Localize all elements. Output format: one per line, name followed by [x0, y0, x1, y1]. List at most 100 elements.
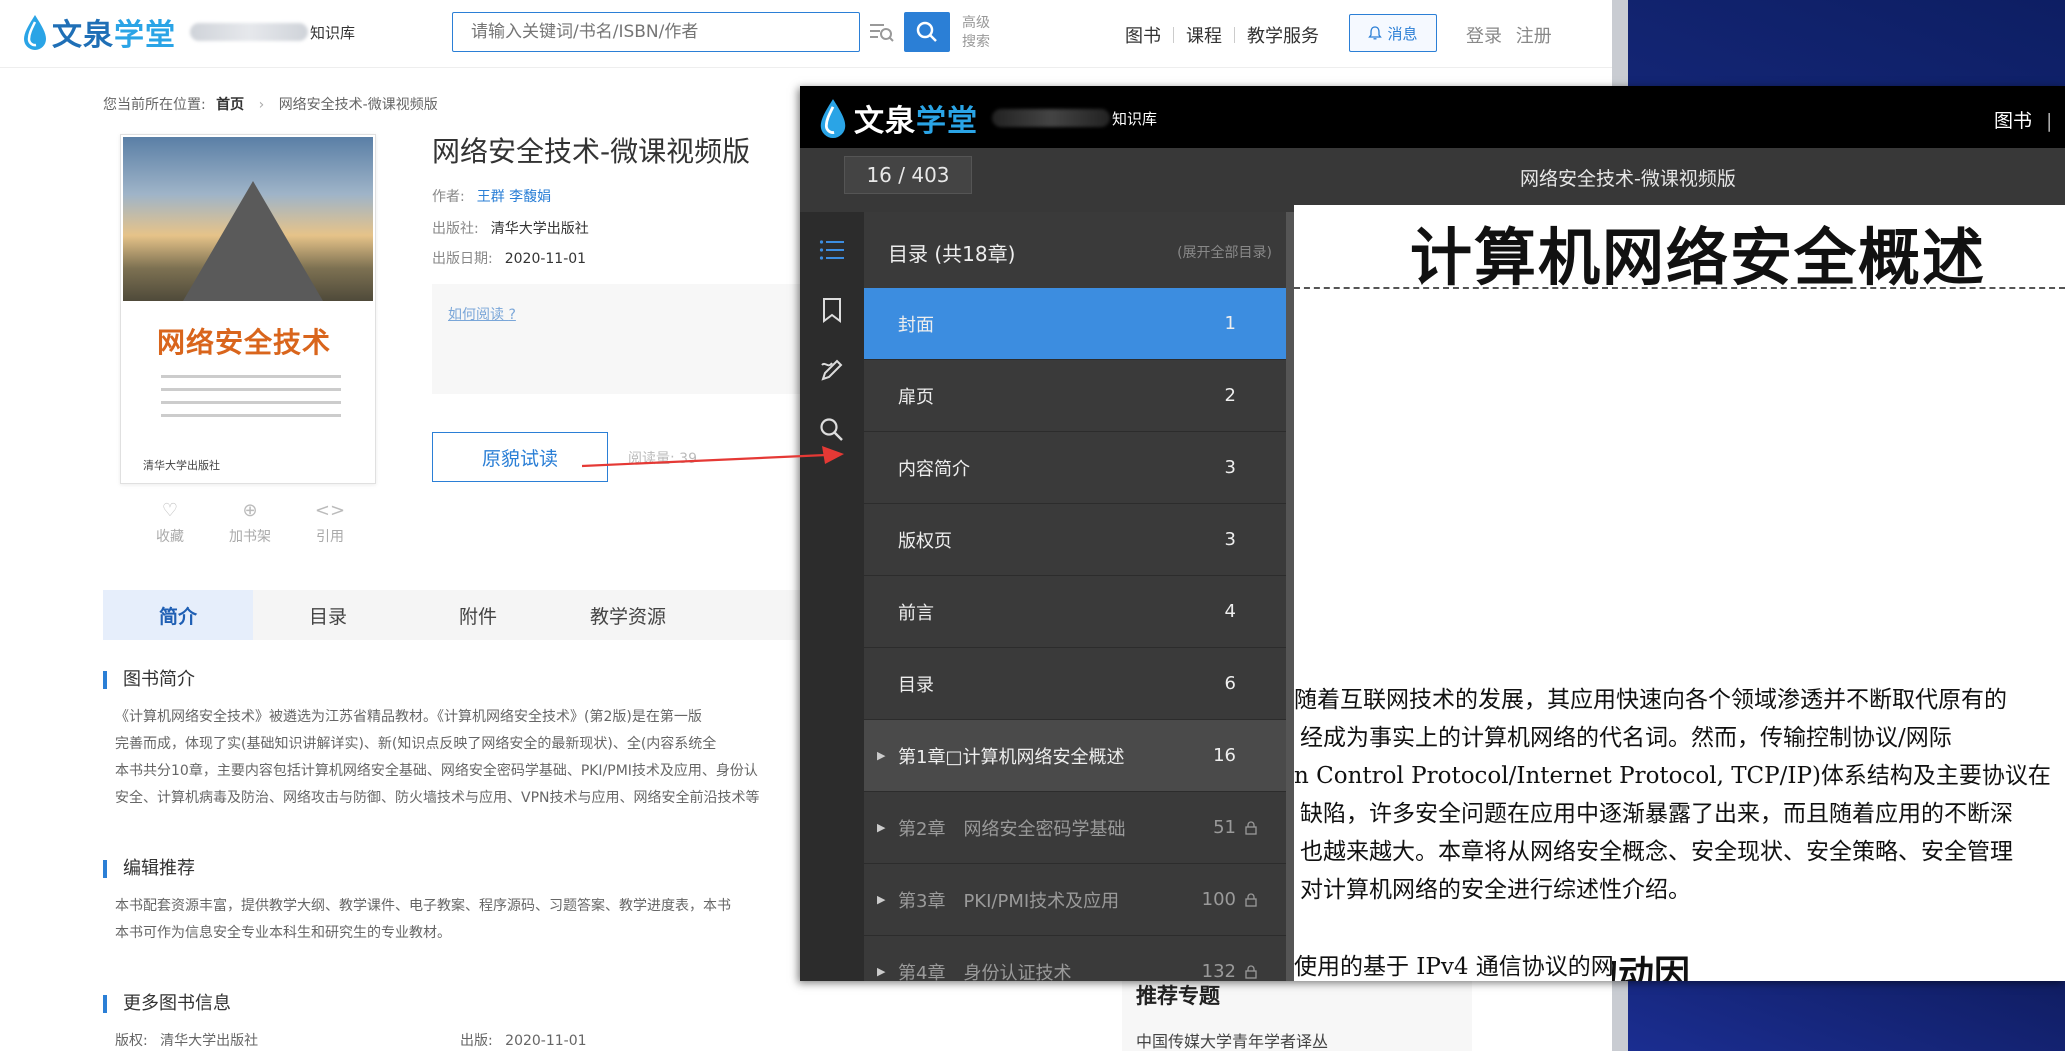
breadcrumb-current: 网络安全技术-微课视频版 [278, 97, 438, 113]
plus-circle-icon: ⊕ [242, 500, 258, 521]
toc-item[interactable]: 扉页 2 [864, 360, 1286, 432]
how-to-read-box: 如何阅读 ? [432, 284, 812, 394]
heart-icon: ♡ [161, 500, 179, 521]
reader-toolbar: 16 / 403 网络安全技术-微课视频版 [800, 148, 2065, 212]
publish-row: 出版: 2020-11-01 [460, 1030, 587, 1050]
book-publisher-row: 出版社: 清华大学出版社 [432, 218, 589, 238]
red-annotation-arrow-icon [582, 446, 844, 468]
bookmark-icon[interactable] [816, 294, 848, 326]
toc-chapter-item[interactable]: ▶ 第1章□计算机网络安全概述 16 [864, 720, 1286, 792]
reader-top-bar: 文泉学堂 知识库 图书 | [800, 86, 2065, 148]
recommended-item[interactable]: 中国传媒大学青年学者译丛 [1136, 1028, 1328, 1051]
more-info-section-title: 更多图书信息 [103, 995, 231, 1013]
toc-item[interactable]: 版权页 3 [864, 504, 1286, 576]
page-text-line: 缺陷，许多安全问题在应用中逐渐暴露了出来，而且随着应用的不断深 [1300, 801, 2013, 827]
toc-chapter-item-locked[interactable]: ▶ 第3章 PKI/PMI技术及应用 100 [864, 864, 1286, 936]
bell-icon [1368, 26, 1383, 40]
tab-toc[interactable]: 目录 [253, 590, 403, 640]
page-text-line: 对计算机网络的安全进行综述性介绍。 [1300, 877, 1691, 903]
page-text-line: 随着互联网技术的发展，其应用快速向各个领域渗透并不断取代原有的 [1294, 687, 2007, 713]
toc-item[interactable]: 前言 4 [864, 576, 1286, 648]
blurred-institution-name [190, 23, 308, 41]
page-chapter-heading: 计算机网络安全概述 [1410, 221, 1987, 294]
blurred-institution-name [992, 109, 1110, 127]
publish-value: 2020-11-01 [505, 1033, 587, 1049]
intro-line: 完善而成，体现了实(基础知识讲解详实)、新(知识点反映了网络安全的最新现状)、全… [115, 736, 717, 752]
login-link[interactable]: 登录 [1466, 26, 1502, 47]
toc-item[interactable]: 目录 6 [864, 648, 1286, 720]
toc-list: 封面 1 扉页 2 内容简介 3 版权页 3 前言 4 目录 6 ▶ 第1章□计算机网络安全概… [864, 288, 1286, 981]
page-indicator[interactable]: 16 / 403 [844, 156, 972, 194]
recommended-topics: 推荐专题 中国传媒大学青年学者译丛 [1122, 970, 1472, 1051]
expand-triangle-icon[interactable]: ▶ [877, 821, 885, 834]
toc-panel: 目录 (共18章) (展开全部目录) 封面 1 扉页 2 内容简介 3 版权页 3 前言… [864, 212, 1286, 981]
toc-scrollbar[interactable] [1286, 212, 1294, 981]
book-date-row: 出版日期: 2020-11-01 [432, 248, 586, 268]
toc-chapter-item-locked[interactable]: ▶ 第2章 网络安全密码学基础 51 [864, 792, 1286, 864]
book-page-view: 计算机网络安全概述 随着互联网技术的发展，其应用快速向各个领域渗透并不断取代原有… [1294, 205, 2065, 981]
date-value: 2020-11-01 [504, 251, 587, 267]
nav-teaching-services[interactable]: 教学服务 [1247, 22, 1319, 48]
how-to-read-link[interactable]: 如何阅读 ? [448, 304, 516, 324]
cite-action[interactable]: <> 引用 [290, 500, 370, 546]
nav-divider [1173, 27, 1174, 43]
toc-expand-all[interactable]: (展开全部目录) [1177, 242, 1272, 262]
nav-courses[interactable]: 课程 [1186, 22, 1222, 48]
tab-teaching-resources[interactable]: 教学资源 [553, 590, 703, 640]
page-bottom-line: 使用的基于 IPv4 通信协议的网络，在设计之初就存在着大量缺陷和安全 [1294, 954, 1612, 980]
chevron-right-icon: › [258, 97, 265, 113]
tab-attachments[interactable]: 附件 [403, 590, 553, 640]
help-icon: ? [508, 307, 516, 323]
editor-line: 本书可作为信息安全专业本科生和研究生的专业教材。 [115, 925, 451, 941]
editor-line: 本书配套资源丰富，提供教学大纲、教学课件、电子教案、程序源码、习题答案、教学进度… [115, 898, 731, 914]
screen: 文泉学堂 知识库 高级 搜索 [0, 0, 2065, 1051]
search-box [452, 12, 860, 52]
add-shelf-label: 加书架 [229, 529, 271, 545]
advanced-search-link[interactable]: 高级 搜索 [962, 14, 990, 52]
toc-chapter-item-locked[interactable]: ▶ 第4章 身份认证技术 132 [864, 936, 1286, 981]
reader-window: 文泉学堂 知识库 图书 | 16 / 403 网络安全技术-微课视频版 目录 (… [800, 86, 2065, 981]
toc-item[interactable]: 内容简介 3 [864, 432, 1286, 504]
cite-label: 引用 [316, 529, 344, 545]
main-nav: 图书 课程 教学服务 [1125, 22, 1319, 48]
copyright-label: 版权: [115, 1033, 148, 1049]
top-bar: 文泉学堂 知识库 高级 搜索 [0, 0, 1612, 68]
reader-sidebar [800, 212, 864, 981]
detail-tabs: 简介 目录 附件 教学资源 [103, 590, 803, 640]
library-suffix: 知识库 [1112, 109, 1158, 128]
logo-text: 文泉学堂 [52, 18, 176, 53]
tab-intro[interactable]: 简介 [103, 590, 253, 640]
toc-list-icon[interactable] [816, 234, 848, 266]
expand-triangle-icon[interactable]: ▶ [877, 893, 885, 906]
favorite-label: 收藏 [156, 529, 184, 545]
list-search-icon[interactable] [868, 20, 894, 44]
copyright-row: 版权: 清华大学出版社 [115, 1030, 258, 1050]
reader-book-title: 网络安全技术-微课视频版 [1520, 168, 1736, 190]
messages-button[interactable]: 消息 [1349, 14, 1437, 52]
author-link[interactable]: 王群 李馥娟 [477, 189, 551, 205]
toc-item[interactable]: 封面 1 [864, 288, 1286, 360]
recommended-title: 推荐专题 [1136, 984, 1220, 1008]
water-drop-logo-icon [820, 99, 846, 138]
favorite-action[interactable]: ♡ 收藏 [130, 500, 210, 546]
reader-nav-books[interactable]: 图书 | [1994, 106, 2052, 133]
notes-pen-icon[interactable] [816, 354, 848, 386]
search-button[interactable] [904, 12, 950, 52]
site-logo[interactable]: 文泉学堂 知识库 [22, 12, 355, 53]
search-input[interactable] [453, 13, 843, 51]
lock-icon [1245, 820, 1257, 835]
add-shelf-action[interactable]: ⊕ 加书架 [210, 500, 290, 546]
reader-logo[interactable]: 文泉学堂 知识库 [818, 96, 1157, 140]
register-link[interactable]: 注册 [1516, 26, 1552, 47]
nav-books[interactable]: 图书 [1125, 22, 1161, 48]
page-dashed-rule [1294, 287, 2065, 289]
book-cover[interactable]: 网络安全技术 清华大学出版社 [120, 134, 467, 484]
search-icon [916, 21, 937, 42]
expand-triangle-icon[interactable]: ▶ [877, 965, 885, 978]
lock-icon [1245, 892, 1257, 907]
page-text-line: 经成为事实上的计算机网络的代名词。然而，传输控制协议/网际 [1300, 725, 1952, 751]
breadcrumb-home[interactable]: 首页 [216, 97, 244, 113]
intro-line: 《计算机网络安全技术》被遴选为江苏省精品教材。《计算机网络安全技术》(第2版)是… [115, 709, 702, 725]
expand-triangle-icon[interactable]: ▶ [877, 749, 885, 762]
publish-label: 出版: [460, 1033, 493, 1049]
